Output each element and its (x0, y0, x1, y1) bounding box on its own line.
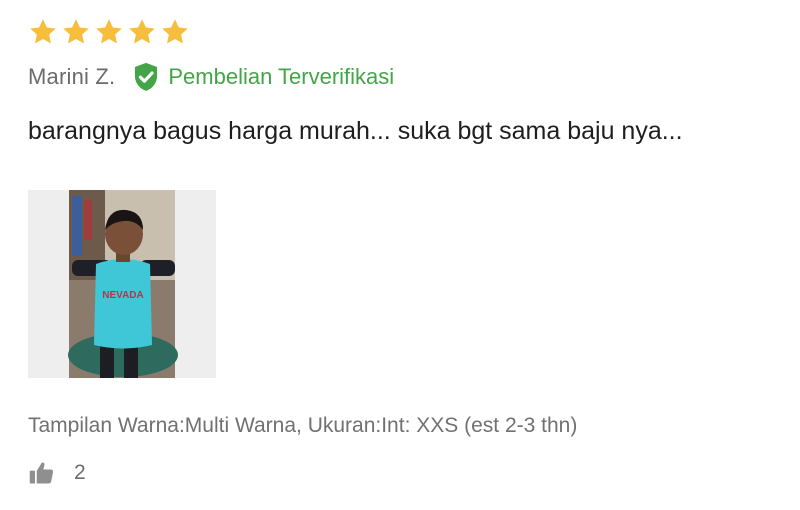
helpful-like-button[interactable]: 2 (28, 459, 86, 487)
review-card: Marini Z. Pembelian Terverifikasi barang… (28, 14, 788, 484)
star-icon (127, 17, 157, 47)
review-photo-child-in-shirt: NEVADA (28, 190, 216, 378)
verified-badge: Pembelian Terverifikasi (131, 61, 394, 93)
purchased-variant: Tampilan Warna:Multi Warna, Ukuran:Int: … (28, 414, 578, 437)
star-icon (160, 17, 190, 47)
shield-check-icon (131, 61, 161, 93)
review-photo-thumbnail[interactable]: NEVADA (28, 190, 216, 378)
verified-purchase-label: Pembelian Terverifikasi (168, 64, 395, 89)
rating-stars (28, 14, 788, 50)
star-icon (61, 17, 91, 47)
helpful-count: 2 (74, 461, 86, 484)
star-icon (28, 17, 58, 47)
reviewer-name: Marini Z. (28, 64, 116, 89)
review-body: barangnya bagus harga murah... suka bgt … (28, 117, 683, 145)
author-row: Marini Z. Pembelian Terverifikasi (28, 60, 788, 94)
shirt-print-text: NEVADA (102, 290, 143, 301)
star-icon (94, 17, 124, 47)
thumbs-up-icon[interactable] (28, 459, 56, 487)
